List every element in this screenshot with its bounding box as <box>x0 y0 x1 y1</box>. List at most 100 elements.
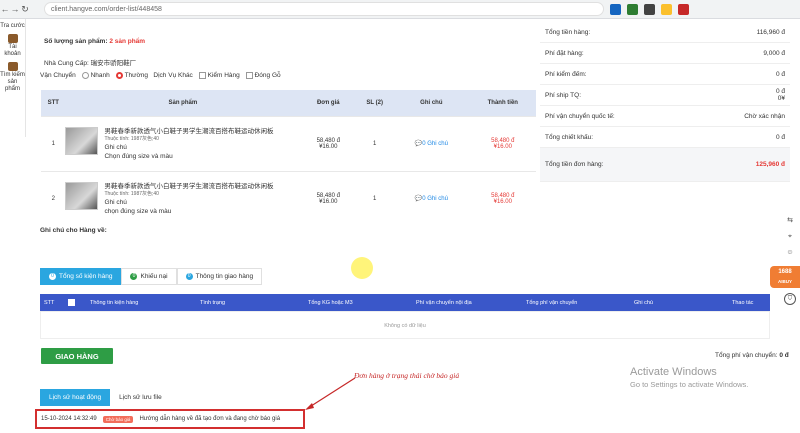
tab-label: Khiếu nại <box>140 273 168 280</box>
deliver-button[interactable]: GIAO HÀNG <box>41 348 113 364</box>
service-label: Dịch Vụ Khác <box>153 72 193 80</box>
table-row: 1 男鞋春季新款透气小白鞋子男学生潮流百搭布鞋运动休闲板 Thuộc tính:… <box>41 115 536 171</box>
line-total-cny: ¥16.00 <box>493 143 512 150</box>
extension-icon[interactable] <box>644 3 655 15</box>
reload-icon[interactable]: ↻ <box>20 4 30 15</box>
select-all-checkbox[interactable] <box>68 299 75 306</box>
sidebar-item-label: Tài khoản <box>4 44 21 57</box>
shield-icon[interactable]: ⛉ <box>784 293 796 305</box>
tab-packages[interactable]: 0 Tổng số kiện hàng <box>40 268 122 285</box>
count-badge: 0 <box>130 273 138 280</box>
label-aibuy: AIBUY <box>777 279 792 284</box>
note-button[interactable]: 0 Ghi chú <box>422 196 448 202</box>
sidebar-item-label: Tìm kiếm sản phẩm <box>0 72 25 92</box>
floating-toolbar: ⇆ ⌖ ☺ <box>783 213 797 261</box>
chat-icon[interactable]: ☺ <box>783 245 797 261</box>
summary-row: Tổng tiền hàng: 116,960 đ <box>540 22 790 43</box>
shipping-options: Vận Chuyển Nhanh Thường Dịch Vụ Khác Kiể… <box>40 72 281 79</box>
empty-state: Không có dữ liệu <box>40 311 770 339</box>
shipping-total-label: Tổng phí vận chuyển: <box>715 352 778 359</box>
product-qty: Số lượng sản phẩm: 2 sản phẩm <box>44 38 145 45</box>
product-name[interactable]: 男鞋春季新款透气小白鞋子男学生潮流百搭布鞋运动休闲板 <box>104 127 273 136</box>
summary-value: 9,000 đ <box>763 49 785 57</box>
total-value: 125,960 đ <box>755 161 785 168</box>
windows-watermark: Activate Windows Go to Settings to activ… <box>630 366 748 389</box>
option-label: Nhanh <box>90 72 110 80</box>
address-bar[interactable]: client.hangve.com/order-list/448458 <box>44 2 604 16</box>
aibuy-1688-button[interactable]: 1688 AIBUY <box>770 266 800 288</box>
summary-row: Phí ship TQ: 0 đ 0¥ <box>540 85 790 106</box>
back-icon[interactable]: ← <box>0 4 10 14</box>
summary-label: Phí kiểm đếm: <box>545 70 587 78</box>
summary-value-cny: 0¥ <box>777 95 785 102</box>
summary-label: Tổng chiết khấu: <box>545 133 594 141</box>
status-badge: Chờ báo giá <box>102 415 134 423</box>
product-option-link[interactable]: chọn đúng size và màu <box>104 207 273 216</box>
extension-icon[interactable] <box>661 3 672 15</box>
history-tabs: Lịch sử hoạt động Lịch sử lưu file <box>40 389 171 406</box>
translate-icon[interactable]: ⇆ <box>783 213 797 229</box>
col-header: Ghi chú <box>393 90 470 116</box>
summary-label: Phí đặt hàng: <box>545 49 584 57</box>
radio-thuong[interactable] <box>115 72 123 79</box>
scan-icon[interactable]: ⌖ <box>783 229 797 245</box>
product-name[interactable]: 男鞋春季新款透气小白鞋子男学生潮流百搭布鞋运动休闲板 <box>104 182 273 191</box>
summary-value: 116,960 đ <box>756 28 785 36</box>
col-header: Thao tác <box>732 299 754 306</box>
tab-delivery-info[interactable]: 0 Thông tin giao hàng <box>176 268 263 285</box>
url-text: client.hangve.com/order-list/448458 <box>51 5 162 13</box>
col-header: Tổng KG hoặc M3 <box>308 299 353 306</box>
col-header: STT <box>41 90 66 116</box>
summary-row: Phí kiểm đếm: 0 đ <box>540 64 790 85</box>
option-label: Thường <box>124 72 148 80</box>
option-label: Đóng Gỗ <box>254 72 281 80</box>
radio-nhanh[interactable] <box>81 72 89 79</box>
col-header: Tổng phí vận chuyển <box>526 299 578 306</box>
checkbox-kiem-hang[interactable] <box>198 72 206 79</box>
row-stt: 2 <box>41 170 66 226</box>
extension-icon[interactable] <box>678 3 689 15</box>
sidebar-item-account[interactable]: Tài khoản <box>0 34 25 58</box>
search-product-icon <box>7 62 18 71</box>
product-image[interactable] <box>65 126 99 155</box>
summary-value: Chờ xác nhận <box>744 112 785 120</box>
col-header: Tình trạng <box>200 299 226 306</box>
shipping-label: Vận Chuyển <box>40 72 76 80</box>
package-tabs: 0 Tổng số kiện hàng 0 Khiếu nại 0 Thông tin… <box>40 268 263 285</box>
value: 2 sản phẩm <box>109 38 146 45</box>
summary-row: Phí vận chuyển quốc tế: Chờ xác nhận <box>540 106 790 127</box>
total-label: Tổng tiền đơn hàng: <box>545 161 604 168</box>
extension-icon[interactable] <box>610 3 621 15</box>
unit-price-cny: ¥16.00 <box>319 143 338 150</box>
note-button[interactable]: 0 Ghi chú <box>422 141 448 147</box>
summary-row: Tổng chiết khấu: 0 đ <box>540 127 790 148</box>
account-icon <box>7 34 18 43</box>
summary-value: 0 đ <box>775 133 785 141</box>
summary-row: Phí đặt hàng: 9,000 đ <box>540 43 790 64</box>
sidebar-item-search-product[interactable]: Tìm kiếm sản phẩm <box>0 62 25 93</box>
sidebar-item-tra-cuoc[interactable]: Tra cước <box>0 23 25 30</box>
checkbox-dong-go[interactable] <box>245 72 253 79</box>
product-image[interactable] <box>65 181 99 210</box>
summary-total: Tổng tiền đơn hàng: 125,960 đ <box>540 148 790 182</box>
label: Số lượng sản phẩm: <box>44 38 108 45</box>
col-header: Thành tiền <box>469 90 536 116</box>
tab-complaints[interactable]: 0 Khiếu nại <box>121 268 177 285</box>
products-table: STT Sản phẩm Đơn giá SL (2) Ghi chú Thàn… <box>41 90 536 226</box>
forward-icon[interactable]: → <box>10 4 20 14</box>
col-header: Thông tin kiện hàng <box>90 299 139 306</box>
tab-file-history[interactable]: Lịch sử lưu file <box>110 389 171 406</box>
shipping-total: Tổng phí vận chuyển: 0 đ <box>715 352 789 359</box>
col-header: STT <box>44 299 55 306</box>
value: 瑞安市骄阳鞋厂 <box>90 60 137 67</box>
product-option-link[interactable]: Chọn đúng size và màu <box>104 152 273 161</box>
summary-value: 0 đ <box>775 70 785 78</box>
unit-price-cny: ¥16.00 <box>319 198 338 205</box>
summary-label: Phí vận chuyển quốc tế: <box>545 112 615 120</box>
extension-icon[interactable] <box>627 3 638 15</box>
history-text: Hướng dẫn hàng về đã tạo đơn và đang chờ… <box>139 416 281 422</box>
quantity: 1 <box>356 115 394 171</box>
product-note: Ghi chú <box>104 198 127 206</box>
tab-activity-history[interactable]: Lịch sử hoạt động <box>40 389 111 406</box>
label-1688: 1688 <box>778 269 792 275</box>
